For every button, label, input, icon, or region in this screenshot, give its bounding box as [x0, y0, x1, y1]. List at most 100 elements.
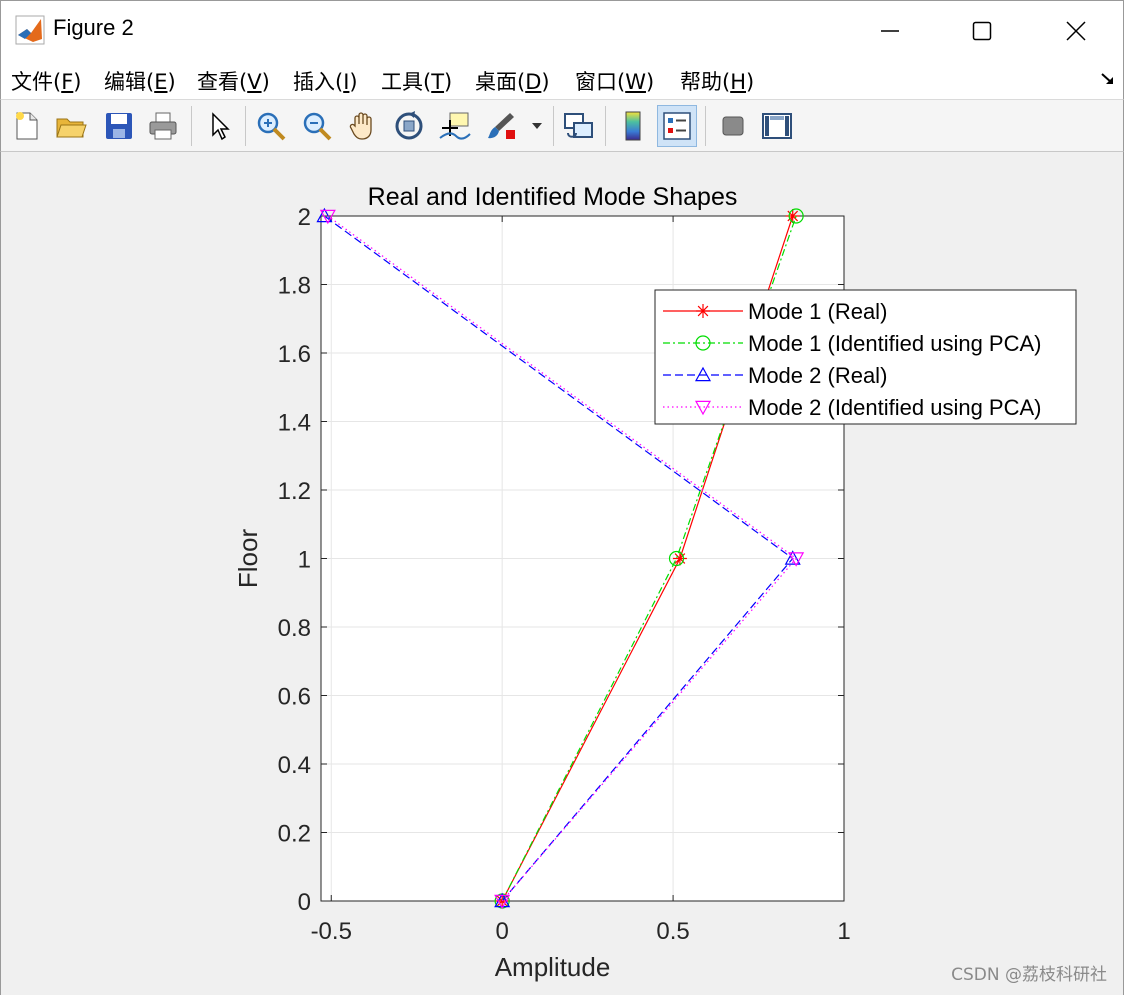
mode-shape-plot[interactable]: -0.5 0 0.5 100.20.40.60.811.21.41.61.82Real… [1, 152, 1123, 995]
menu-view[interactable]: 查看(V) [197, 66, 270, 96]
pan-button[interactable] [343, 105, 383, 147]
legend-label: Mode 1 (Real) [748, 299, 887, 324]
rotate-3d-button[interactable] [389, 105, 429, 147]
zoom-in-button[interactable] [251, 105, 291, 147]
menu-file-tail: ) [73, 70, 82, 94]
menu-insert[interactable]: 插入(I) [293, 66, 358, 96]
chevron-down-icon [532, 123, 542, 129]
menu-help[interactable]: 帮助(H) [680, 66, 754, 96]
toolbar-separator [605, 106, 606, 146]
title-bar: Figure 2 [0, 0, 1124, 60]
legend: Mode 1 (Real) Mode 1 (Identified using PC… [654, 289, 1077, 425]
y-tick-label: 1.8 [278, 273, 311, 300]
y-tick-label: 0.2 [278, 821, 311, 848]
menu-insert-tail: ) [349, 70, 358, 94]
menu-edit-key: E [154, 70, 168, 94]
menu-view-key: V [247, 70, 262, 94]
undock-arrow-icon[interactable] [1099, 70, 1117, 88]
y-tick-label: 1.4 [278, 410, 311, 437]
y-tick-label: 1.6 [278, 341, 311, 368]
menu-window-key: W [625, 70, 646, 94]
menu-help-tail: ) [746, 70, 755, 94]
menu-window-tail: ) [645, 70, 655, 94]
menu-tools-label: 工具( [381, 70, 432, 94]
figure-toolbar [0, 100, 1124, 152]
menu-desktop-key: D [525, 70, 542, 94]
chart-title: Real and Identified Mode Shapes [368, 183, 738, 211]
y-tick-label: 0.8 [278, 615, 311, 642]
open-file-icon [56, 118, 87, 138]
menu-file-key: F [61, 70, 74, 94]
legend-marker [696, 304, 710, 318]
legend-label: Mode 2 (Identified using PCA) [748, 395, 1042, 420]
menu-window-label: 窗口( [575, 70, 626, 94]
menu-help-label: 帮助( [680, 70, 731, 94]
data-cursor-icon [439, 112, 471, 140]
data-cursor-button[interactable] [435, 105, 475, 147]
pan-hand-icon [349, 112, 372, 140]
colorbar-button[interactable] [613, 105, 653, 147]
maximize-button[interactable] [937, 1, 1027, 61]
link-plot-button[interactable] [559, 105, 599, 147]
legend-icon [663, 112, 691, 140]
x-tick-label: -0.5 [311, 918, 352, 945]
zoom-in-icon [257, 112, 286, 141]
print-button[interactable] [143, 105, 183, 147]
watermark: CSDN @荔枝科研社 [951, 965, 1107, 985]
toolbar-separator [191, 106, 192, 146]
menu-desktop-label: 桌面( [475, 70, 526, 94]
show-plot-tools-button[interactable] [757, 105, 797, 147]
brush-icon [488, 113, 515, 139]
close-button[interactable] [1031, 1, 1121, 61]
x-tick-label: 0.5 [656, 918, 689, 945]
window-title: Figure 2 [53, 15, 134, 40]
menu-help-key: H [730, 70, 746, 94]
y-axis-label: Floor [233, 529, 263, 589]
y-tick-label: 2 [298, 204, 311, 231]
print-icon [149, 112, 177, 140]
show-plot-tools-icon [762, 113, 792, 139]
menu-file[interactable]: 文件(F) [11, 66, 82, 96]
x-tick-label: 1 [837, 918, 850, 945]
menu-bar: 文件(F) 编辑(E) 查看(V) 插入(I) 工具(T) 桌面(D) 窗口(W… [0, 60, 1124, 100]
save-icon [106, 113, 132, 139]
menu-insert-label: 插入( [293, 70, 344, 94]
y-tick-label: 1.2 [278, 478, 311, 505]
hide-plot-tools-button[interactable] [713, 105, 753, 147]
menu-tools-key: T [431, 70, 445, 94]
open-file-button[interactable] [51, 105, 91, 147]
toolbar-separator [705, 106, 706, 146]
new-figure-icon [16, 112, 38, 140]
brush-dropdown-button[interactable] [525, 105, 549, 147]
brush-button[interactable] [481, 105, 521, 147]
menu-edit-tail: ) [167, 70, 176, 94]
close-icon [1066, 21, 1086, 41]
legend-button[interactable] [657, 105, 697, 147]
select-button[interactable] [199, 105, 239, 147]
zoom-out-button[interactable] [297, 105, 337, 147]
new-figure-button[interactable] [7, 105, 47, 147]
save-button[interactable] [99, 105, 139, 147]
menu-edit[interactable]: 编辑(E) [104, 66, 176, 96]
menu-desktop-tail: ) [541, 70, 550, 94]
figure-canvas: -0.5 0 0.5 1 0 0.2 0.4 0.6 0.8 1 1.2 1.4 1.6 1.8 2 Real… [0, 152, 1124, 995]
colorbar-icon [625, 111, 641, 141]
x-tick-label: 0 [495, 918, 508, 945]
x-axis-label: Amplitude [495, 952, 611, 982]
toolbar-separator [553, 106, 554, 146]
legend-label: Mode 2 (Real) [748, 363, 887, 388]
minimize-button[interactable] [845, 1, 935, 61]
y-tick-label: 1 [298, 547, 311, 574]
menu-tools[interactable]: 工具(T) [381, 66, 452, 96]
legend-label: Mode 1 (Identified using PCA) [748, 331, 1042, 356]
zoom-out-icon [303, 112, 332, 141]
matlab-logo-icon [15, 15, 45, 45]
menu-desktop[interactable]: 桌面(D) [475, 66, 550, 96]
y-tick-label: 0.4 [278, 752, 311, 779]
menu-view-tail: ) [261, 70, 270, 94]
y-tick-label: 0 [298, 889, 311, 916]
menu-window[interactable]: 窗口(W) [575, 66, 654, 96]
minimize-icon [881, 30, 899, 32]
toolbar-separator [245, 106, 246, 146]
menu-file-label: 文件( [11, 70, 62, 94]
